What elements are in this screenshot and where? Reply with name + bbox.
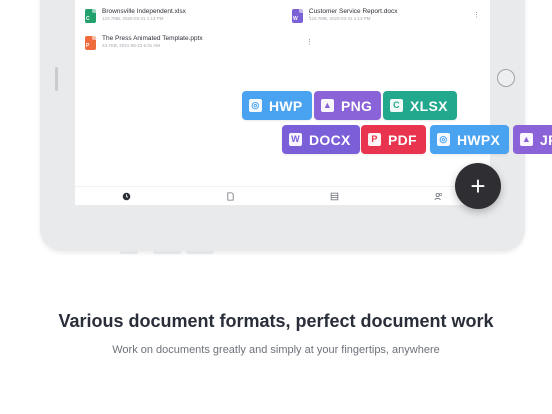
clock-icon[interactable] [122,192,131,201]
bottom-nav [75,186,490,205]
image-icon: ▲ [321,99,334,112]
format-chip-docx: W DOCX [282,125,360,154]
file-name: The Press Animated Template.pptx [102,35,203,42]
tablet-foot [186,251,214,254]
pdf-icon: P [368,133,381,146]
format-chip-png: ▲ PNG [314,91,382,120]
hwp-icon: ◎ [437,133,450,146]
file-name: Customer Service Report.docx [309,8,398,15]
format-chip-hwpx: ◎ HWPX [430,125,510,154]
file-meta: 23.7KB, 2021-08-23 5:31 AM [102,43,161,49]
docx-file-icon: W [292,9,303,23]
format-chip-jpg: ▲ JPG [513,125,552,154]
cell-icon: C [390,99,403,112]
headline: Various document formats, perfect docume… [58,311,494,331]
hwp-icon: ◎ [249,99,262,112]
tablet-foot [120,251,138,254]
xlsx-file-icon: C [85,9,96,23]
add-button[interactable]: + [455,163,501,209]
word-icon: W [289,133,302,146]
file-meta: 123.7MB, 2020-03-31 1:13 PM [309,16,371,22]
format-chip-xlsx: C XLSX [383,91,457,120]
subheadline: Work on documents greatly and simply at … [112,344,440,356]
more-icon[interactable]: ⋮ [473,12,480,19]
format-chip-hwp: ◎ HWP [242,91,312,120]
chip-clip: ▲ JPG [513,125,552,154]
tablet-foot [153,251,181,254]
file-item-docx[interactable]: W Customer Service Report.docx 123.7MB, … [291,8,398,23]
file-item-xlsx[interactable]: C Brownsville Independent.xlsx 123.7MB, … [85,8,186,23]
document-icon[interactable] [226,191,235,201]
image-icon: ▲ [520,133,533,146]
pptx-file-icon: P [85,36,96,50]
volume-button [55,67,58,91]
format-chip-pdf: P PDF [361,125,426,154]
file-name: Brownsville Independent.xlsx [102,8,186,15]
file-meta: 123.7MB, 2020-03-31 1:13 PM [102,16,164,22]
plus-icon: + [470,170,486,201]
file-item-pptx[interactable]: P The Press Animated Template.pptx 23.7K… [85,35,203,50]
template-icon[interactable] [330,192,339,201]
home-button[interactable] [497,69,515,87]
more-icon[interactable]: ⋮ [306,39,313,46]
people-icon[interactable] [434,192,443,201]
